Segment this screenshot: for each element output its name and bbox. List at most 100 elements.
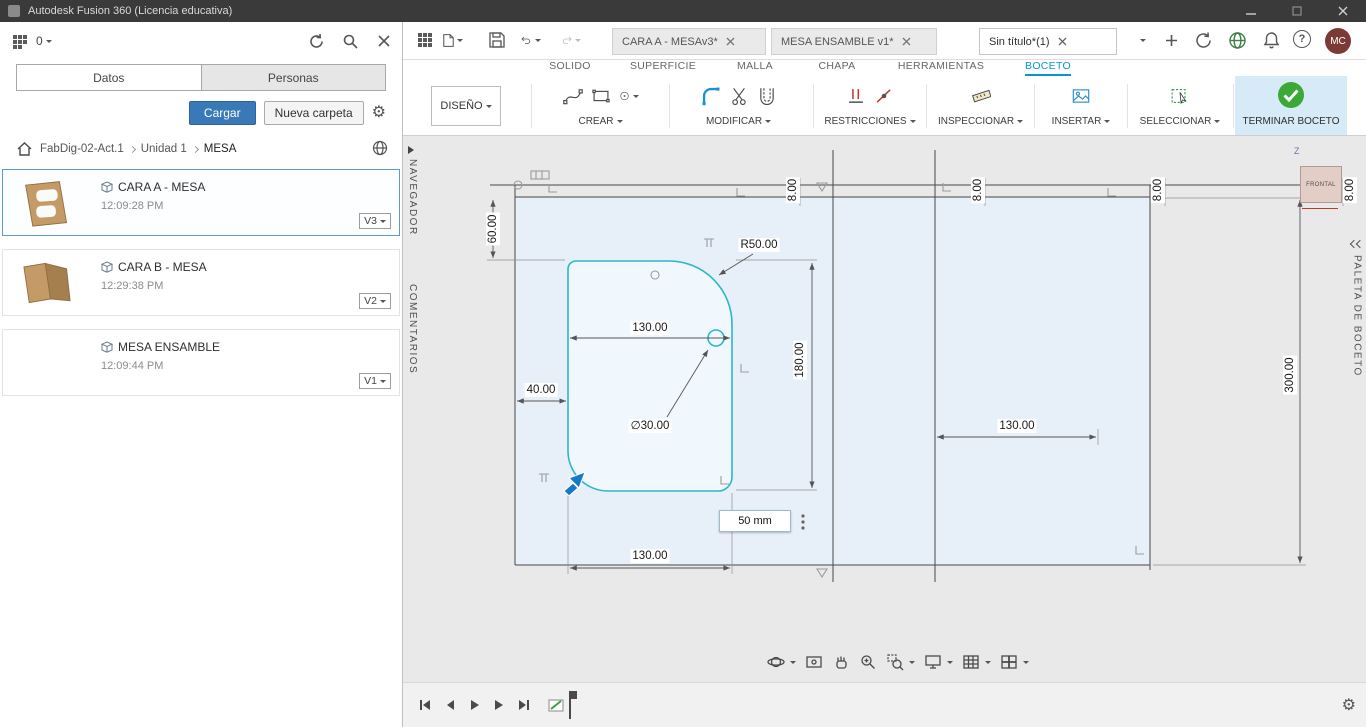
list-item[interactable]: MESA ENSAMBLE 12:09:44 PM V1 — [2, 329, 400, 396]
dim-180[interactable]: 180.00 — [793, 340, 807, 380]
sync-status-icon[interactable] — [1193, 30, 1213, 50]
dimension-options-icon[interactable] — [796, 512, 810, 532]
dim-dia30[interactable]: ∅30.00 — [628, 419, 672, 433]
doc-tab-sin-titulo[interactable]: Sin título*(1) — [979, 28, 1117, 55]
home-icon[interactable] — [14, 139, 34, 159]
model-canvas[interactable]: 60.00 R50.00 130.00 180.00 40.00 ∅30.00 … — [403, 136, 1366, 682]
sketch-palette-handle[interactable]: PALETA DE BOCETO — [1349, 236, 1365, 377]
undo-icon[interactable] — [521, 30, 541, 50]
breadcrumb-level2[interactable]: Unidad 1 — [141, 143, 187, 155]
coincident-constraint-icon[interactable] — [874, 86, 894, 106]
app-grid-icon[interactable] — [415, 30, 435, 50]
ribbon-tab-boceto[interactable]: BOCETO — [1025, 60, 1071, 77]
group-label-inspeccionar[interactable]: INSPECCIONAR — [928, 116, 1033, 127]
insert-image-icon[interactable] — [1071, 86, 1091, 106]
redo-icon[interactable] — [561, 30, 581, 50]
group-label-modificar[interactable]: MODIFICAR — [671, 116, 806, 127]
dim-130-right[interactable]: 130.00 — [997, 419, 1037, 433]
tab-datos[interactable]: Datos — [16, 64, 202, 91]
version-badge[interactable]: V3 — [359, 213, 391, 229]
circle-tool-icon[interactable] — [619, 86, 639, 106]
save-icon[interactable] — [487, 30, 507, 50]
dim-60[interactable]: 60.00 — [486, 212, 500, 246]
browser-panel-handle[interactable]: NAVEGADOR — [407, 146, 418, 236]
job-count[interactable]: 0 — [36, 34, 43, 48]
group-label-insertar[interactable]: INSERTAR — [1036, 116, 1126, 127]
go-to-end-icon[interactable] — [514, 695, 534, 715]
web-globe-icon[interactable] — [370, 138, 390, 158]
maximize-button[interactable] — [1274, 0, 1320, 22]
dim-8[interactable]: 8.00 — [786, 176, 800, 204]
timeline-sketch-feature-icon[interactable] — [547, 695, 567, 715]
breadcrumb-level1[interactable]: FabDig-02-Act.1 — [40, 143, 124, 155]
close-panel-icon[interactable] — [374, 31, 394, 51]
timeline-position-marker[interactable] — [569, 691, 577, 719]
refresh-icon[interactable] — [306, 31, 326, 51]
comments-panel-handle[interactable]: COMENTARIOS — [407, 284, 418, 374]
pan-hand-icon[interactable] — [830, 651, 852, 673]
notifications-bell-icon[interactable] — [1261, 30, 1281, 50]
new-folder-button[interactable]: Nueva carpeta — [263, 101, 364, 125]
viewports-icon[interactable] — [998, 651, 1031, 673]
step-back-icon[interactable] — [440, 695, 460, 715]
file-menu-icon[interactable] — [443, 30, 463, 50]
online-globe-icon[interactable] — [1227, 30, 1247, 50]
dim-r50[interactable]: R50.00 — [738, 238, 780, 252]
step-forward-icon[interactable] — [489, 695, 509, 715]
new-tab-icon[interactable] — [1161, 30, 1181, 50]
horizontal-vertical-constraint-icon[interactable] — [846, 86, 866, 106]
help-icon[interactable]: ? — [1293, 30, 1311, 48]
offset-tool-icon[interactable] — [757, 86, 777, 106]
dim-300[interactable]: 300.00 — [1283, 355, 1297, 395]
version-badge[interactable]: V1 — [359, 373, 391, 389]
display-settings-icon[interactable] — [922, 651, 955, 673]
go-to-start-icon[interactable] — [415, 695, 435, 715]
group-label-crear[interactable]: CREAR — [533, 116, 668, 127]
rectangle-tool-icon[interactable] — [591, 86, 611, 106]
tab-list-chevron-icon[interactable] — [1131, 30, 1151, 50]
viewcube-front-face[interactable]: FRONTAL — [1300, 166, 1342, 203]
fillet-tool-icon[interactable] — [701, 86, 721, 106]
job-status-icon[interactable] — [10, 31, 30, 51]
ribbon-tab-chapa[interactable]: CHAPA — [819, 60, 856, 74]
ribbon-tab-superficie[interactable]: SUPERFICIE — [630, 60, 696, 74]
tab-personas[interactable]: Personas — [201, 64, 386, 91]
list-item[interactable]: CARA B - MESA 12:29:38 PM V2 — [2, 249, 400, 316]
ribbon-tab-malla[interactable]: MALLA — [737, 60, 773, 74]
close-tab-icon[interactable] — [902, 37, 911, 46]
close-button[interactable] — [1320, 0, 1366, 22]
account-avatar[interactable]: MC — [1325, 28, 1351, 54]
close-tab-icon[interactable] — [1058, 37, 1067, 46]
search-icon[interactable] — [340, 31, 360, 51]
group-label-restricciones[interactable]: RESTRICCIONES — [815, 116, 925, 127]
dim-40[interactable]: 40.00 — [524, 383, 558, 397]
play-icon[interactable] — [464, 695, 484, 715]
dim-8[interactable]: 8.00 — [1151, 176, 1165, 204]
panel-settings-gear-icon[interactable]: ⚙ — [372, 105, 386, 121]
spline-tool-icon[interactable] — [562, 86, 583, 106]
zoom-window-icon[interactable] — [884, 651, 917, 673]
upload-button[interactable]: Cargar — [188, 101, 256, 125]
finish-sketch-button[interactable]: TERMINAR BOCETO — [1235, 76, 1347, 135]
zoom-icon[interactable] — [857, 651, 879, 673]
doc-tab-mesa-ensamble[interactable]: MESA ENSAMBLE v1* — [771, 28, 937, 55]
group-label-seleccionar[interactable]: SELECCIONAR — [1129, 116, 1231, 127]
dim-8[interactable]: 8.00 — [971, 176, 985, 204]
trim-scissors-icon[interactable] — [729, 86, 749, 106]
close-tab-icon[interactable] — [726, 37, 735, 46]
workspace-selector[interactable]: DISEÑO — [431, 86, 501, 126]
timeline-settings-gear-icon[interactable]: ⚙ — [1342, 695, 1356, 715]
doc-tab-cara-a[interactable]: CARA A - MESAv3* — [612, 28, 766, 55]
select-tool-icon[interactable] — [1170, 86, 1190, 106]
grid-settings-icon[interactable] — [960, 651, 993, 673]
look-at-icon[interactable] — [803, 651, 825, 673]
dim-130-bottom[interactable]: 130.00 — [630, 549, 670, 563]
orbit-icon[interactable] — [765, 651, 798, 673]
list-item[interactable]: CARA A - MESA 12:09:28 PM V3 — [2, 169, 400, 236]
measure-ruler-icon[interactable] — [971, 86, 991, 106]
view-cube[interactable]: Z FRONTAL — [1288, 146, 1360, 218]
ribbon-tab-solido[interactable]: SOLIDO — [549, 60, 590, 74]
dimension-value-input[interactable] — [719, 510, 791, 532]
ribbon-tab-herramientas[interactable]: HERRAMIENTAS — [898, 60, 984, 74]
dim-130-top[interactable]: 130.00 — [630, 321, 670, 335]
